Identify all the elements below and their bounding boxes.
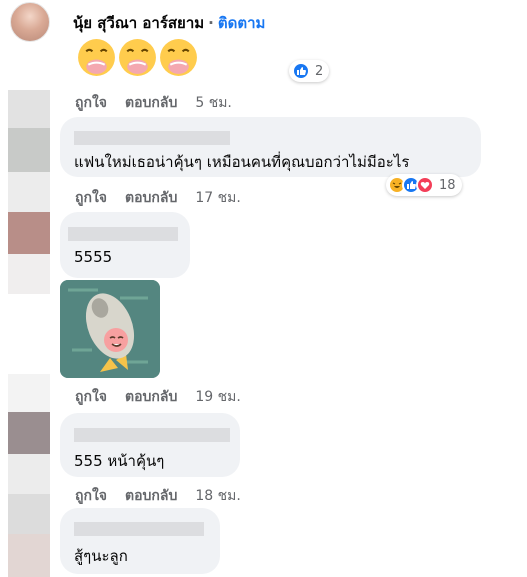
author-name[interactable]: นุ้ย สุวีณา อาร์สยาม [73, 14, 204, 32]
like-link[interactable]: ถูกใจ [75, 488, 107, 504]
comment-bubble: 555 หน้าคุ้นๆ [60, 413, 240, 477]
author-avatar[interactable] [10, 2, 50, 42]
rocket-sticker-icon [60, 280, 160, 378]
reaction-count: 2 [315, 63, 324, 79]
love-reaction-icon [416, 176, 434, 194]
avatar-placeholder [8, 254, 50, 294]
avatar-placeholder [8, 172, 50, 212]
follow-link[interactable]: ติดตาม [218, 14, 266, 32]
avatar-placeholder [8, 128, 50, 172]
comment-bubble: สู้ๆนะลูก [60, 508, 220, 574]
reply-link[interactable]: ตอบกลับ [125, 389, 177, 405]
author-name-redacted [74, 522, 204, 536]
commenter-avatar[interactable] [8, 412, 50, 454]
timestamp[interactable]: 19 ชม. [195, 389, 240, 405]
post-reactions[interactable]: 2 [289, 60, 330, 82]
like-link[interactable]: ถูกใจ [75, 95, 107, 111]
post-header: นุ้ย สุวีณา อาร์สยาม · ติดตาม [73, 11, 265, 35]
timestamp[interactable]: 5 ชม. [195, 95, 232, 111]
comment-text: 555 หน้าคุ้นๆ [74, 452, 165, 470]
comment-text: แฟนใหม่เธอน่าคุ้นๆ เหมือนคนที่คุณบอกว่าไ… [74, 153, 410, 171]
avatar-placeholder [8, 374, 50, 412]
comment-bubble: 5555 [60, 212, 190, 278]
sticker-image[interactable] [60, 280, 160, 378]
comment-actions: ถูกใจ ตอบกลับ 19 ชม. [75, 386, 241, 408]
reaction-count: 18 [439, 177, 456, 193]
comment-actions: ถูกใจ ตอบกลับ 18 ชม. [75, 485, 241, 507]
avatar-placeholder [8, 494, 50, 534]
separator-dot: · [208, 14, 214, 32]
like-reaction-icon [292, 62, 310, 80]
face-with-hand-over-mouth-icon [119, 39, 156, 76]
post-actions: ถูกใจ ตอบกลับ 5 ชม. [75, 92, 232, 114]
comment-actions: ถูกใจ ตอบกลับ 17 ชม. [75, 187, 241, 209]
reply-link[interactable]: ตอบกลับ [125, 95, 177, 111]
face-with-hand-over-mouth-icon [78, 39, 115, 76]
like-link[interactable]: ถูกใจ [75, 190, 107, 206]
avatar-placeholder [8, 90, 50, 128]
comment-bubble: แฟนใหม่เธอน่าคุ้นๆ เหมือนคนที่คุณบอกว่าไ… [60, 117, 481, 177]
avatar-placeholder [8, 534, 50, 577]
comment-text: 5555 [74, 248, 113, 266]
author-name-redacted [74, 131, 230, 145]
comment-text: สู้ๆนะลูก [74, 547, 128, 565]
timestamp[interactable]: 17 ชม. [195, 190, 240, 206]
avatar-placeholder [8, 454, 50, 494]
author-name-redacted [68, 227, 178, 241]
reply-link[interactable]: ตอบกลับ [125, 488, 177, 504]
timestamp[interactable]: 18 ชม. [195, 488, 240, 504]
author-name-redacted [74, 428, 230, 442]
like-link[interactable]: ถูกใจ [75, 389, 107, 405]
face-with-hand-over-mouth-icon [160, 39, 197, 76]
reply-link[interactable]: ตอบกลับ [125, 190, 177, 206]
comment-reactions[interactable]: 18 [386, 174, 462, 196]
commenter-avatar[interactable] [8, 212, 50, 254]
